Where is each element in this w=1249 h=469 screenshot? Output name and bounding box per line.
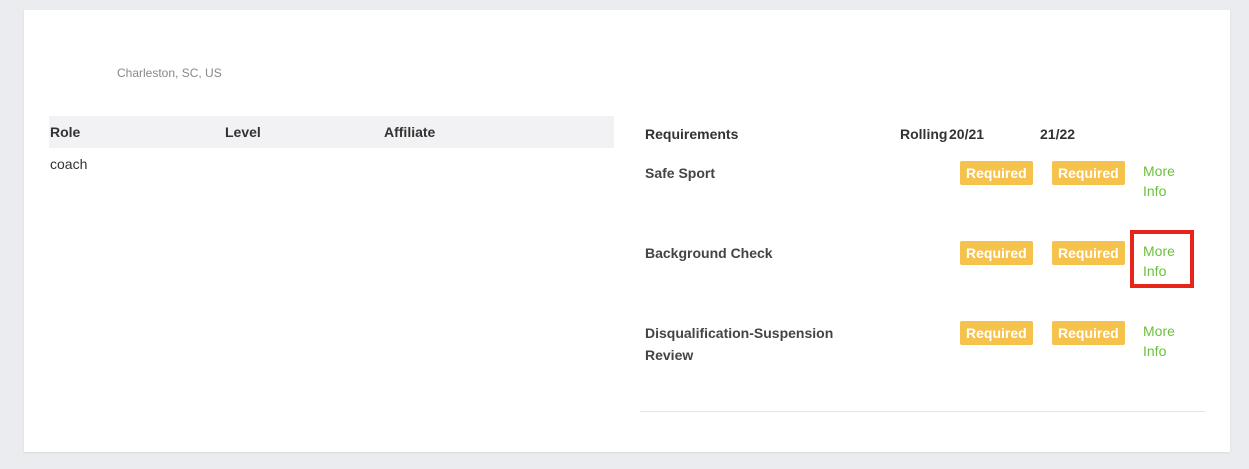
requirement-row-disqualification: Disqualification-Suspension Review Requi…	[640, 308, 1205, 388]
status-badge: Required	[960, 241, 1033, 265]
more-info-link[interactable]: More Info	[1143, 321, 1187, 361]
requirement-row-background-check: Background Check Required Required More …	[640, 228, 1205, 308]
season-2122-header: 21/22	[1040, 126, 1076, 142]
profile-card: Charleston, SC, US Role Level Affiliate …	[24, 10, 1230, 452]
table-row: coach	[49, 148, 614, 178]
status-badge: Required	[1052, 241, 1125, 265]
role-header: Role	[50, 124, 81, 140]
more-info-link[interactable]: More Info	[1143, 241, 1187, 281]
divider	[640, 411, 1205, 412]
roles-table-header: Role Level Affiliate	[49, 116, 614, 148]
requirement-name: Disqualification-Suspension Review	[645, 325, 834, 363]
season-2021-header: 20/21	[949, 126, 985, 142]
level-header: Level	[225, 124, 261, 140]
roles-table: Role Level Affiliate coach	[49, 116, 614, 178]
more-info-link[interactable]: More Info	[1143, 161, 1187, 201]
affiliate-header: Affiliate	[384, 124, 436, 140]
requirements-header: Requirements	[645, 126, 739, 142]
role-cell: coach	[50, 156, 88, 172]
status-badge: Required	[1052, 321, 1125, 345]
status-badge: Required	[960, 161, 1033, 185]
requirements-table: Requirements Rolling 20/21 21/22 Safe Sp…	[640, 116, 1205, 412]
requirement-name: Background Check	[645, 245, 773, 261]
location-text: Charleston, SC, US	[117, 66, 222, 80]
requirement-row-safe-sport: Safe Sport Required Required More Info	[640, 148, 1205, 228]
requirement-name: Safe Sport	[645, 165, 716, 181]
status-badge: Required	[960, 321, 1033, 345]
status-badge: Required	[1052, 161, 1125, 185]
requirements-table-header: Requirements Rolling 20/21 21/22	[640, 116, 1205, 148]
rolling-header: Rolling	[900, 126, 948, 142]
